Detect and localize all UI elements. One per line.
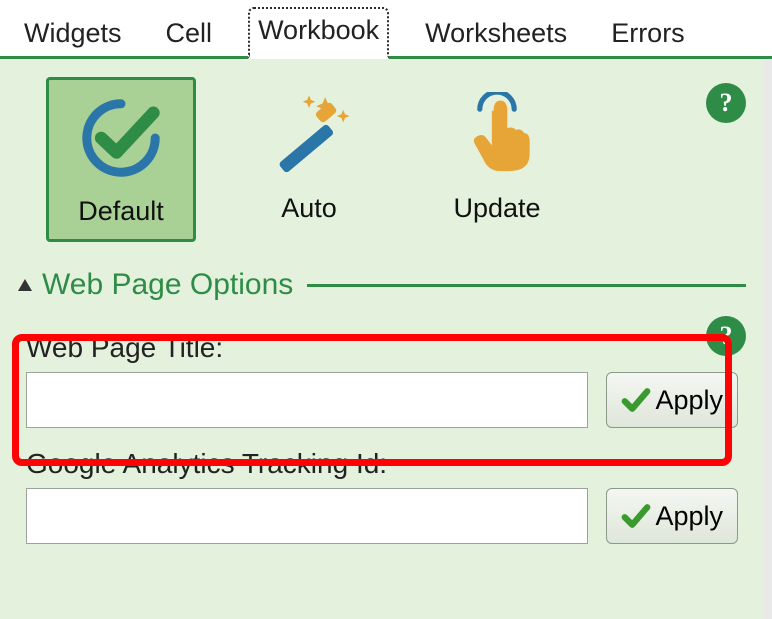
field-input-row: Apply — [26, 488, 738, 544]
help-icon[interactable]: ? — [706, 316, 746, 356]
ga-tracking-input[interactable] — [26, 488, 588, 544]
apply-label: Apply — [655, 501, 723, 532]
touch-icon — [437, 85, 557, 185]
tabs-row: Widgets Cell Workbook Worksheets Errors — [0, 0, 772, 59]
help-icon[interactable]: ? — [706, 83, 746, 123]
apply-label: Apply — [655, 385, 723, 416]
web-page-options-header[interactable]: Web Page Options — [18, 268, 746, 302]
web-page-title-label: Web Page Title: — [26, 332, 738, 364]
tab-cell[interactable]: Cell — [158, 12, 221, 59]
workbook-panel: Default Auto Update — [0, 59, 772, 619]
ga-tracking-field: Google Analytics Tracking Id: Apply — [18, 448, 746, 544]
help-glyph: ? — [720, 88, 733, 118]
divider — [307, 284, 746, 287]
tab-workbook[interactable]: Workbook — [248, 7, 389, 59]
ga-tracking-label: Google Analytics Tracking Id: — [26, 448, 738, 480]
apply-button[interactable]: Apply — [606, 372, 738, 428]
checkmark-icon — [621, 501, 651, 531]
web-page-title-field: Web Page Title: Apply — [18, 332, 746, 428]
tab-worksheets[interactable]: Worksheets — [417, 12, 575, 59]
web-page-options-title: Web Page Options — [42, 268, 293, 302]
field-input-row: Apply — [26, 372, 738, 428]
auto-button[interactable]: Auto — [234, 77, 384, 236]
update-label: Update — [453, 193, 540, 224]
magic-wand-icon — [249, 85, 369, 185]
tab-widgets[interactable]: Widgets — [16, 12, 130, 59]
default-label: Default — [78, 196, 164, 227]
tab-errors[interactable]: Errors — [603, 12, 693, 59]
apply-button[interactable]: Apply — [606, 488, 738, 544]
collapse-triangle-icon — [18, 279, 32, 291]
update-button[interactable]: Update — [422, 77, 572, 236]
help-glyph: ? — [720, 321, 733, 351]
toolbar: Default Auto Update — [18, 77, 746, 242]
form-area: ? Web Page Title: Apply Google Analytics… — [18, 332, 746, 544]
default-button[interactable]: Default — [46, 77, 196, 242]
auto-label: Auto — [281, 193, 337, 224]
checkmark-icon — [621, 385, 651, 415]
web-page-title-input[interactable] — [26, 372, 588, 428]
checkmark-circle-icon — [61, 88, 181, 188]
